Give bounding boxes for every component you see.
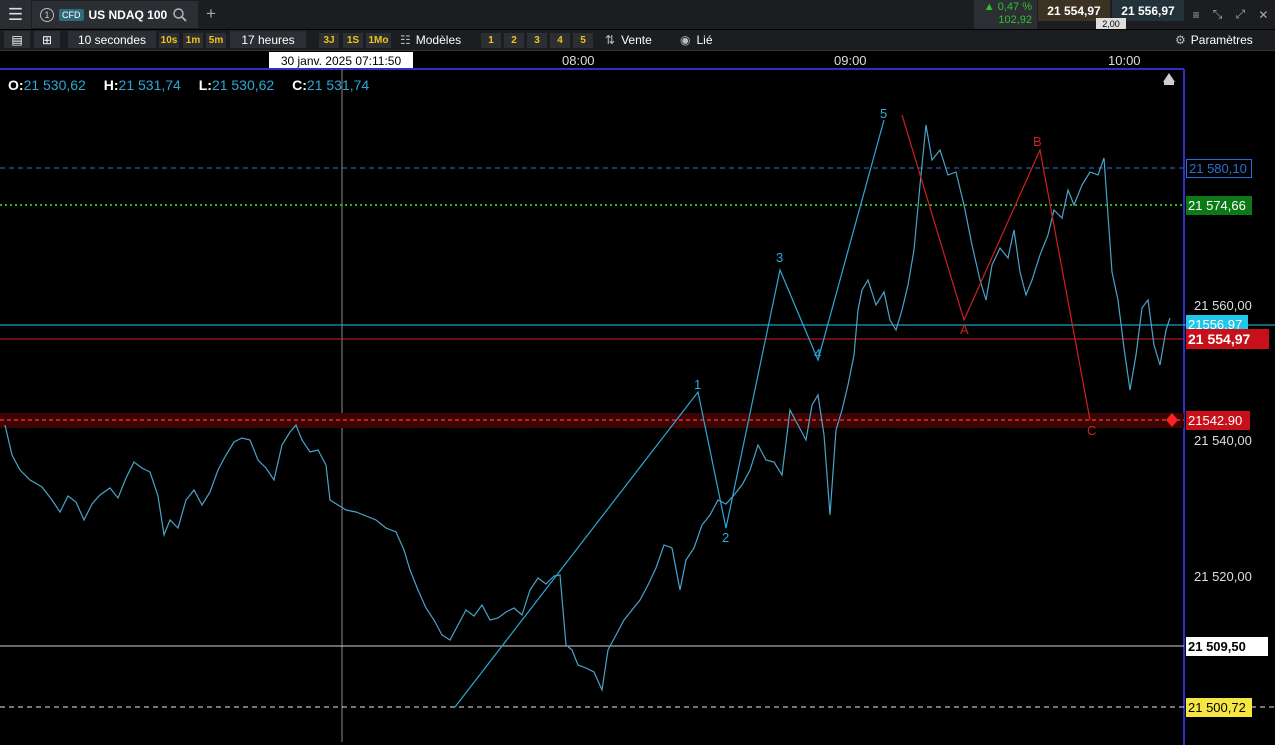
- correction-wave-lines: [901, 114, 1091, 421]
- price-tick-21560: 21 560,00: [1194, 298, 1252, 313]
- high-label: H:: [103, 77, 119, 93]
- home-icon-base: [1164, 82, 1174, 85]
- level-label-blue: 21 580,10: [1186, 159, 1252, 178]
- close-value: 21 531,74: [306, 77, 370, 93]
- wave-label-3: 3: [776, 250, 783, 265]
- close-label: C:: [292, 77, 307, 93]
- wave-label-2: 2: [722, 530, 729, 545]
- open-value: 21 530,62: [23, 77, 86, 93]
- bid-price-label: 21 554,97: [1186, 329, 1269, 349]
- order-price-label[interactable]: 21542.90: [1186, 411, 1250, 430]
- open-label: O:: [8, 77, 24, 93]
- level-label-yellow: 21 500,72: [1186, 698, 1252, 717]
- high-value: 21 531,74: [118, 77, 181, 93]
- wave-label-5: 5: [880, 106, 887, 121]
- ohlc-readout: O:21 530,62 H:21 531,74 L:21 530,62 C:21…: [8, 77, 383, 93]
- wave-label-a: A: [960, 322, 969, 337]
- low-value: 21 530,62: [211, 77, 275, 93]
- price-series: [4, 124, 1171, 693]
- wave-label-4: 4: [814, 346, 821, 361]
- low-label: L:: [198, 77, 212, 93]
- home-icon[interactable]: [1163, 73, 1175, 82]
- level-label-green: 21 574,66: [1186, 196, 1252, 215]
- wave-label-c: C: [1087, 423, 1096, 438]
- wave-label-b: B: [1033, 134, 1042, 149]
- price-tick-21540: 21 540,00: [1194, 433, 1252, 448]
- price-chart[interactable]: 1 2 3 4 5 A B C: [0, 0, 1275, 745]
- price-tick-21520: 21 520,00: [1194, 569, 1252, 584]
- wave-label-1: 1: [694, 377, 701, 392]
- level-label-white: 21 509,50: [1186, 637, 1268, 656]
